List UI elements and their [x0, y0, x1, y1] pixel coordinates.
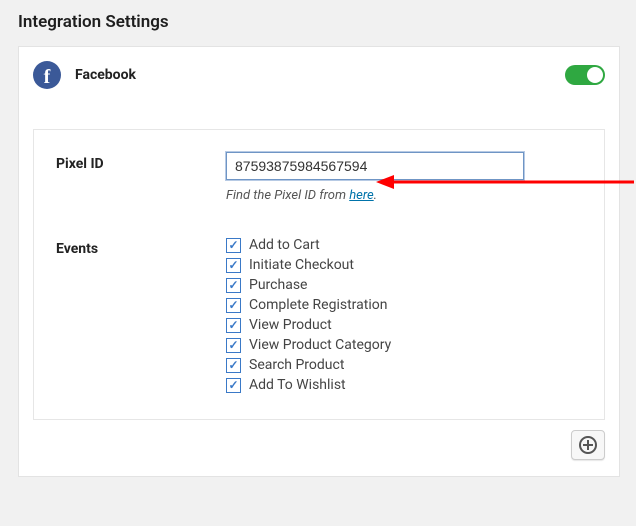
pixel-id-label: Pixel ID: [56, 152, 226, 172]
event-checkbox[interactable]: [226, 318, 241, 333]
plus-icon: [579, 436, 597, 454]
event-label: Add to Cart: [249, 237, 320, 253]
integration-panel: f Facebook Pixel ID Find the Pixel ID fr…: [18, 46, 620, 477]
event-checkbox[interactable]: [226, 258, 241, 273]
pixel-id-hint: Find the Pixel ID from here.: [226, 188, 582, 203]
event-item: Search Product: [226, 357, 582, 373]
facebook-icon: f: [33, 61, 61, 89]
events-label: Events: [56, 237, 226, 257]
event-checkbox[interactable]: [226, 238, 241, 253]
event-label: View Product: [249, 317, 332, 333]
event-label: Add To Wishlist: [249, 377, 346, 393]
event-label: View Product Category: [249, 337, 391, 353]
event-checkbox[interactable]: [226, 358, 241, 373]
integration-brand: f Facebook: [33, 61, 136, 89]
event-label: Search Product: [249, 357, 344, 373]
events-list: Add to Cart Initiate Checkout Purchase Comp…: [226, 237, 582, 393]
page-title: Integration Settings: [18, 12, 620, 32]
event-checkbox[interactable]: [226, 298, 241, 313]
event-checkbox[interactable]: [226, 278, 241, 293]
pixel-id-input[interactable]: [226, 152, 524, 180]
event-item: Complete Registration: [226, 297, 582, 313]
event-checkbox[interactable]: [226, 338, 241, 353]
event-item: Initiate Checkout: [226, 257, 582, 273]
event-item: View Product Category: [226, 337, 582, 353]
pixel-hint-link[interactable]: here: [349, 188, 373, 203]
event-item: Add to Cart: [226, 237, 582, 253]
event-label: Complete Registration: [249, 297, 387, 313]
event-item: Purchase: [226, 277, 582, 293]
event-label: Purchase: [249, 277, 307, 293]
toggle-knob: [587, 67, 603, 83]
event-item: Add To Wishlist: [226, 377, 582, 393]
event-label: Initiate Checkout: [249, 257, 354, 273]
event-item: View Product: [226, 317, 582, 333]
event-checkbox[interactable]: [226, 378, 241, 393]
settings-box: Pixel ID Find the Pixel ID from here. Ev…: [33, 129, 605, 420]
add-integration-button[interactable]: [571, 430, 605, 460]
integration-name: Facebook: [75, 67, 136, 83]
integration-toggle[interactable]: [565, 65, 605, 85]
